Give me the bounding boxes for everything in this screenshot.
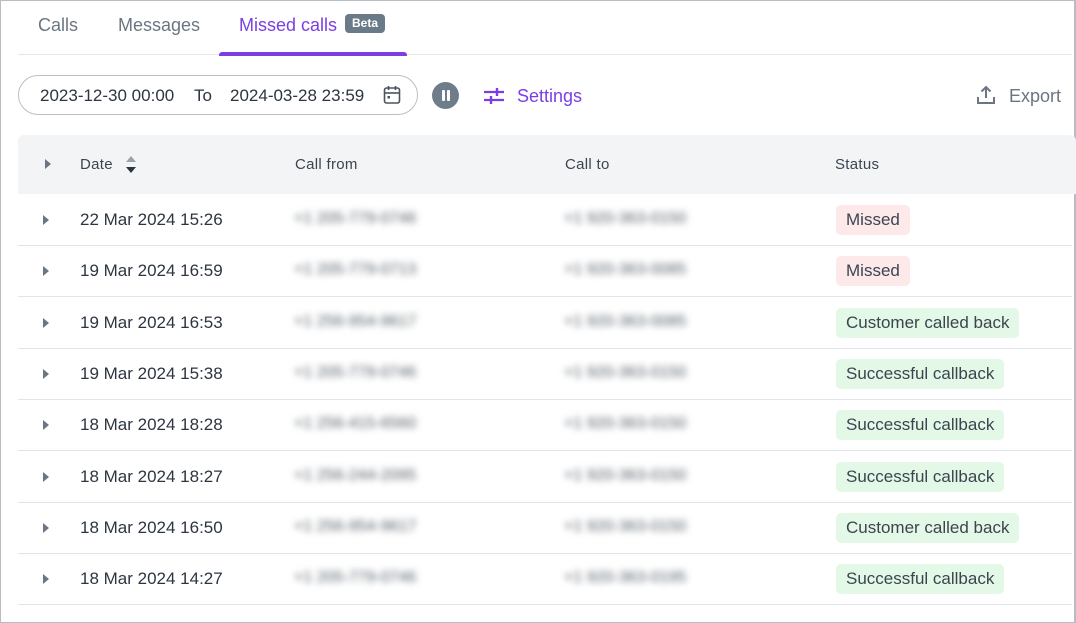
row-call-from: +1 205-779-0746 [294, 569, 417, 586]
status-badge: Customer called back [836, 308, 1020, 338]
row-expand-caret-icon[interactable] [43, 574, 49, 584]
row-call-to: +1 920-363-0195 [564, 569, 687, 586]
calendar-icon[interactable] [383, 85, 401, 105]
date-range-picker[interactable]: 2023-12-30 00:00 To 2024-03-28 23:59 [18, 75, 418, 115]
row-call-to: +1 920-363-0085 [564, 261, 687, 278]
table-row[interactable]: 18 Mar 2024 18:27 +1 256-244-2095 +1 920-3… [18, 452, 1072, 503]
table-header: Date Call from Call to Status [18, 135, 1076, 194]
table-row[interactable]: 18 Mar 2024 16:50 +1 256-954-9617 +1 920-3… [18, 503, 1072, 554]
row-expand-caret-icon[interactable] [43, 215, 49, 225]
row-date: 18 Mar 2024 18:28 [80, 415, 223, 434]
column-header-status: Status [835, 156, 880, 173]
row-date: 18 Mar 2024 16:50 [80, 518, 223, 537]
date-to-label: To [194, 86, 212, 105]
row-date: 19 Mar 2024 16:53 [80, 313, 223, 332]
row-call-from: +1 256-954-9617 [294, 518, 417, 535]
row-expand-caret-icon[interactable] [43, 472, 49, 482]
column-header-call-to: Call to [565, 156, 610, 173]
row-call-from: +1 256-954-9617 [294, 313, 417, 330]
export-label: Export [1009, 86, 1062, 106]
table-row[interactable]: 19 Mar 2024 15:38 +1 205-779-0746 +1 920-3… [18, 349, 1072, 400]
row-call-to: +1 920-363-0150 [564, 415, 687, 432]
status-badge: Successful callback [836, 462, 1005, 492]
pause-button[interactable] [432, 82, 459, 109]
row-date: 22 Mar 2024 15:26 [80, 210, 223, 229]
row-date: 18 Mar 2024 14:27 [80, 569, 223, 588]
row-call-to: +1 920-363-0150 [564, 210, 687, 227]
row-date: 18 Mar 2024 18:27 [80, 467, 223, 486]
status-badge: Missed [836, 256, 910, 286]
tab-bar: Calls Messages Missed calls Beta [18, 0, 1072, 56]
row-expand-caret-icon[interactable] [43, 318, 49, 328]
row-date: 19 Mar 2024 15:38 [80, 364, 223, 383]
status-badge: Successful callback [836, 359, 1005, 389]
row-expand-caret-icon[interactable] [43, 420, 49, 430]
row-expand-caret-icon[interactable] [43, 369, 49, 379]
row-expand-caret-icon[interactable] [43, 266, 49, 276]
active-tab-underline [219, 52, 407, 56]
row-call-to: +1 920-363-0150 [564, 518, 687, 535]
expand-all-caret-icon[interactable] [45, 159, 51, 169]
date-to-value[interactable]: 2024-03-28 23:59 [230, 86, 364, 106]
row-date: 19 Mar 2024 16:59 [80, 261, 223, 280]
status-badge: Missed [836, 205, 910, 235]
row-call-from: +1 205-779-0746 [294, 364, 417, 381]
status-badge: Customer called back [836, 513, 1020, 543]
row-expand-caret-icon[interactable] [43, 523, 49, 533]
row-call-from: +1 256-244-2095 [294, 467, 417, 484]
row-call-to: +1 920-363-0150 [564, 467, 687, 484]
table-row[interactable]: 22 Mar 2024 15:26 +1 205-779-0746 +1 920-3… [18, 195, 1072, 246]
status-badge: Successful callback [836, 410, 1005, 440]
table-row[interactable]: 18 Mar 2024 18:28 +1 256-415-6560 +1 920-3… [18, 400, 1072, 451]
row-call-to: +1 920-363-0085 [564, 313, 687, 330]
date-from-value[interactable]: 2023-12-30 00:00 [40, 86, 174, 106]
table-row[interactable]: 19 Mar 2024 16:59 +1 205-779-0713 +1 920-3… [18, 246, 1072, 297]
tab-messages[interactable]: Messages [118, 0, 200, 55]
row-call-from: +1 205-779-0713 [294, 261, 417, 278]
column-header-call-from: Call from [295, 156, 358, 173]
settings-label: Settings [517, 86, 583, 106]
row-call-from: +1 256-415-6560 [294, 415, 417, 432]
column-header-date[interactable]: Date [80, 156, 113, 173]
status-badge: Successful callback [836, 564, 1005, 594]
table-row[interactable]: 19 Mar 2024 16:53 +1 256-954-9617 +1 920-3… [18, 298, 1072, 349]
sliders-icon [484, 88, 504, 104]
row-call-from: +1 205-779-0746 [294, 210, 417, 227]
row-call-to: +1 920-363-0150 [564, 364, 687, 381]
beta-badge: Beta [345, 14, 386, 33]
tab-calls[interactable]: Calls [38, 0, 78, 55]
sort-icon[interactable] [126, 156, 138, 176]
export-button[interactable]: Export [976, 84, 1066, 108]
tab-missed-calls[interactable]: Missed calls Beta [219, 0, 407, 56]
upload-icon [977, 85, 995, 104]
tab-missed-calls-label: Missed calls [239, 15, 338, 35]
table-row[interactable]: 18 Mar 2024 14:27 +1 205-779-0746 +1 920-3… [18, 554, 1072, 605]
